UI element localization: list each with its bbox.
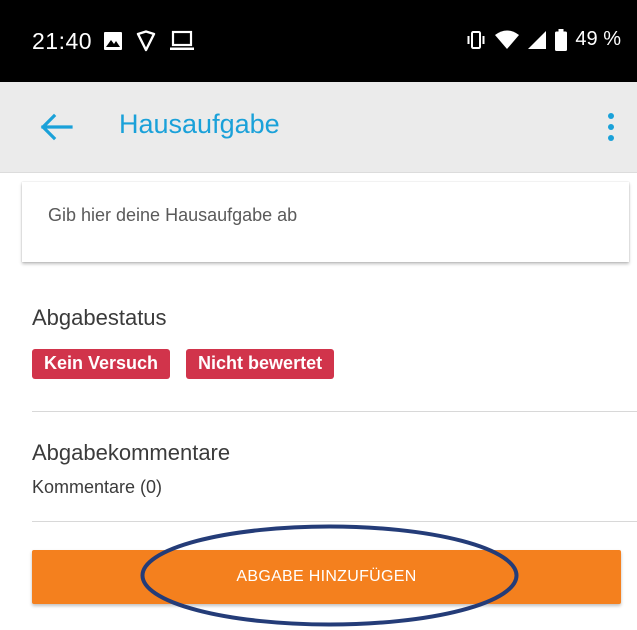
overflow-menu-button[interactable] <box>603 110 619 144</box>
status-badges: Kein Versuch Nicht bewertet <box>32 349 335 379</box>
comments-link[interactable]: Kommentare (0) <box>32 477 162 498</box>
intro-card: Gib hier deine Hausaufgabe ab <box>22 182 629 262</box>
status-badge-grading: Nicht bewertet <box>186 349 335 379</box>
comments-title: Abgabekommentare <box>32 440 231 465</box>
divider <box>32 521 637 522</box>
status-badge-attempt: Kein Versuch <box>32 349 171 379</box>
more-vert-icon <box>603 113 619 148</box>
intro-text: Gib hier deine Hausaufgabe ab <box>48 205 298 225</box>
battery-percent: 49 % <box>575 28 621 50</box>
back-button[interactable] <box>38 112 74 142</box>
app-bar: Hausaufgabe <box>0 82 637 173</box>
divider <box>32 411 637 412</box>
submission-status-title: Abgabestatus <box>32 305 167 330</box>
system-icons: 49 % <box>465 28 621 51</box>
laptop-icon <box>169 30 195 52</box>
arrow-left-icon <box>38 113 74 146</box>
image-icon <box>103 31 123 51</box>
page-title: Hausaufgabe <box>119 109 280 139</box>
signal-icon <box>527 30 547 50</box>
wifi-icon <box>495 30 520 50</box>
status-time: 21:40 <box>32 28 93 54</box>
add-submission-button[interactable]: ABGABE HINZUFÜGEN <box>32 550 621 604</box>
status-bar: 21:40 49 % <box>0 0 637 82</box>
shield-icon <box>135 30 157 52</box>
notification-icons <box>103 30 195 52</box>
battery-icon <box>555 28 568 51</box>
vibrate-icon <box>465 30 487 50</box>
